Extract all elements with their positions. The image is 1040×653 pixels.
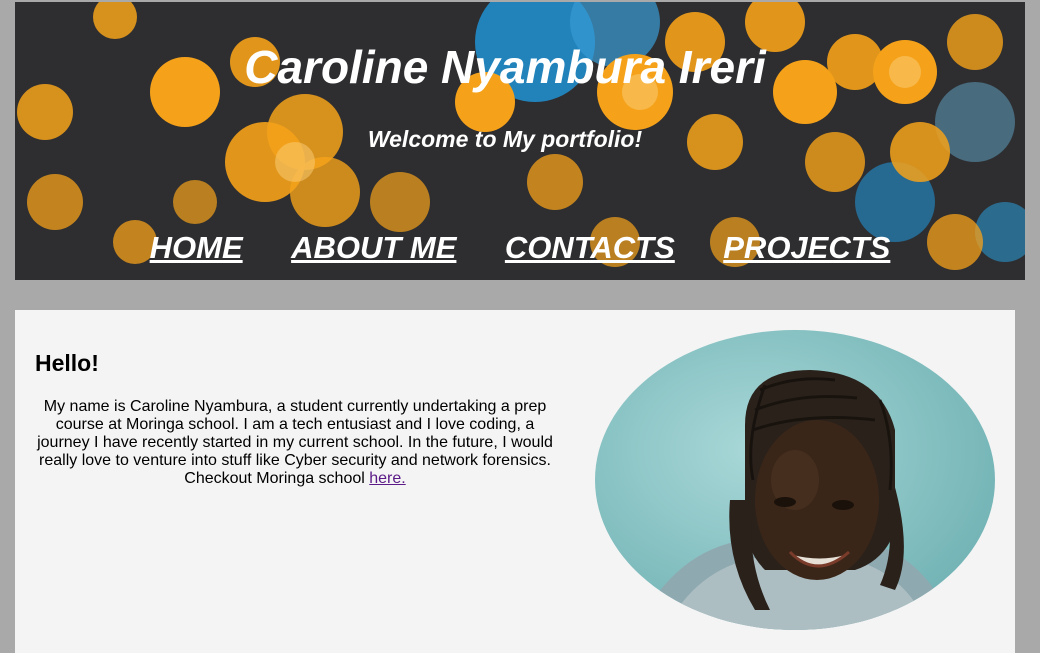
- nav-link-projects[interactable]: PROJECTS: [723, 230, 890, 265]
- site-subtitle: Welcome to My portfolio!: [367, 126, 643, 152]
- nav-item-home: HOME: [150, 230, 243, 266]
- about-heading: Hello!: [35, 350, 99, 376]
- nav-item-contacts: CONTACTS: [505, 230, 675, 266]
- nav-item-about: ABOUT ME: [291, 230, 456, 266]
- portrait-photo-icon: [595, 330, 995, 630]
- about-section: Hello! My name is Caroline Nyambura, a s…: [15, 310, 1015, 653]
- profile-photo: [595, 330, 995, 630]
- nav-link-contacts[interactable]: CONTACTS: [505, 230, 675, 265]
- moringa-link[interactable]: here.: [369, 470, 405, 487]
- nav-link-home[interactable]: HOME: [150, 230, 243, 265]
- main-nav: HOME ABOUT ME CONTACTS PROJECTS: [15, 230, 1025, 266]
- nav-item-projects: PROJECTS: [723, 230, 890, 266]
- site-title: Caroline Nyambura Ireri: [244, 41, 766, 93]
- bio-text: My name is Caroline Nyambura, a student …: [37, 398, 553, 487]
- about-bio: My name is Caroline Nyambura, a student …: [35, 398, 555, 488]
- nav-link-about-me[interactable]: ABOUT ME: [291, 230, 456, 265]
